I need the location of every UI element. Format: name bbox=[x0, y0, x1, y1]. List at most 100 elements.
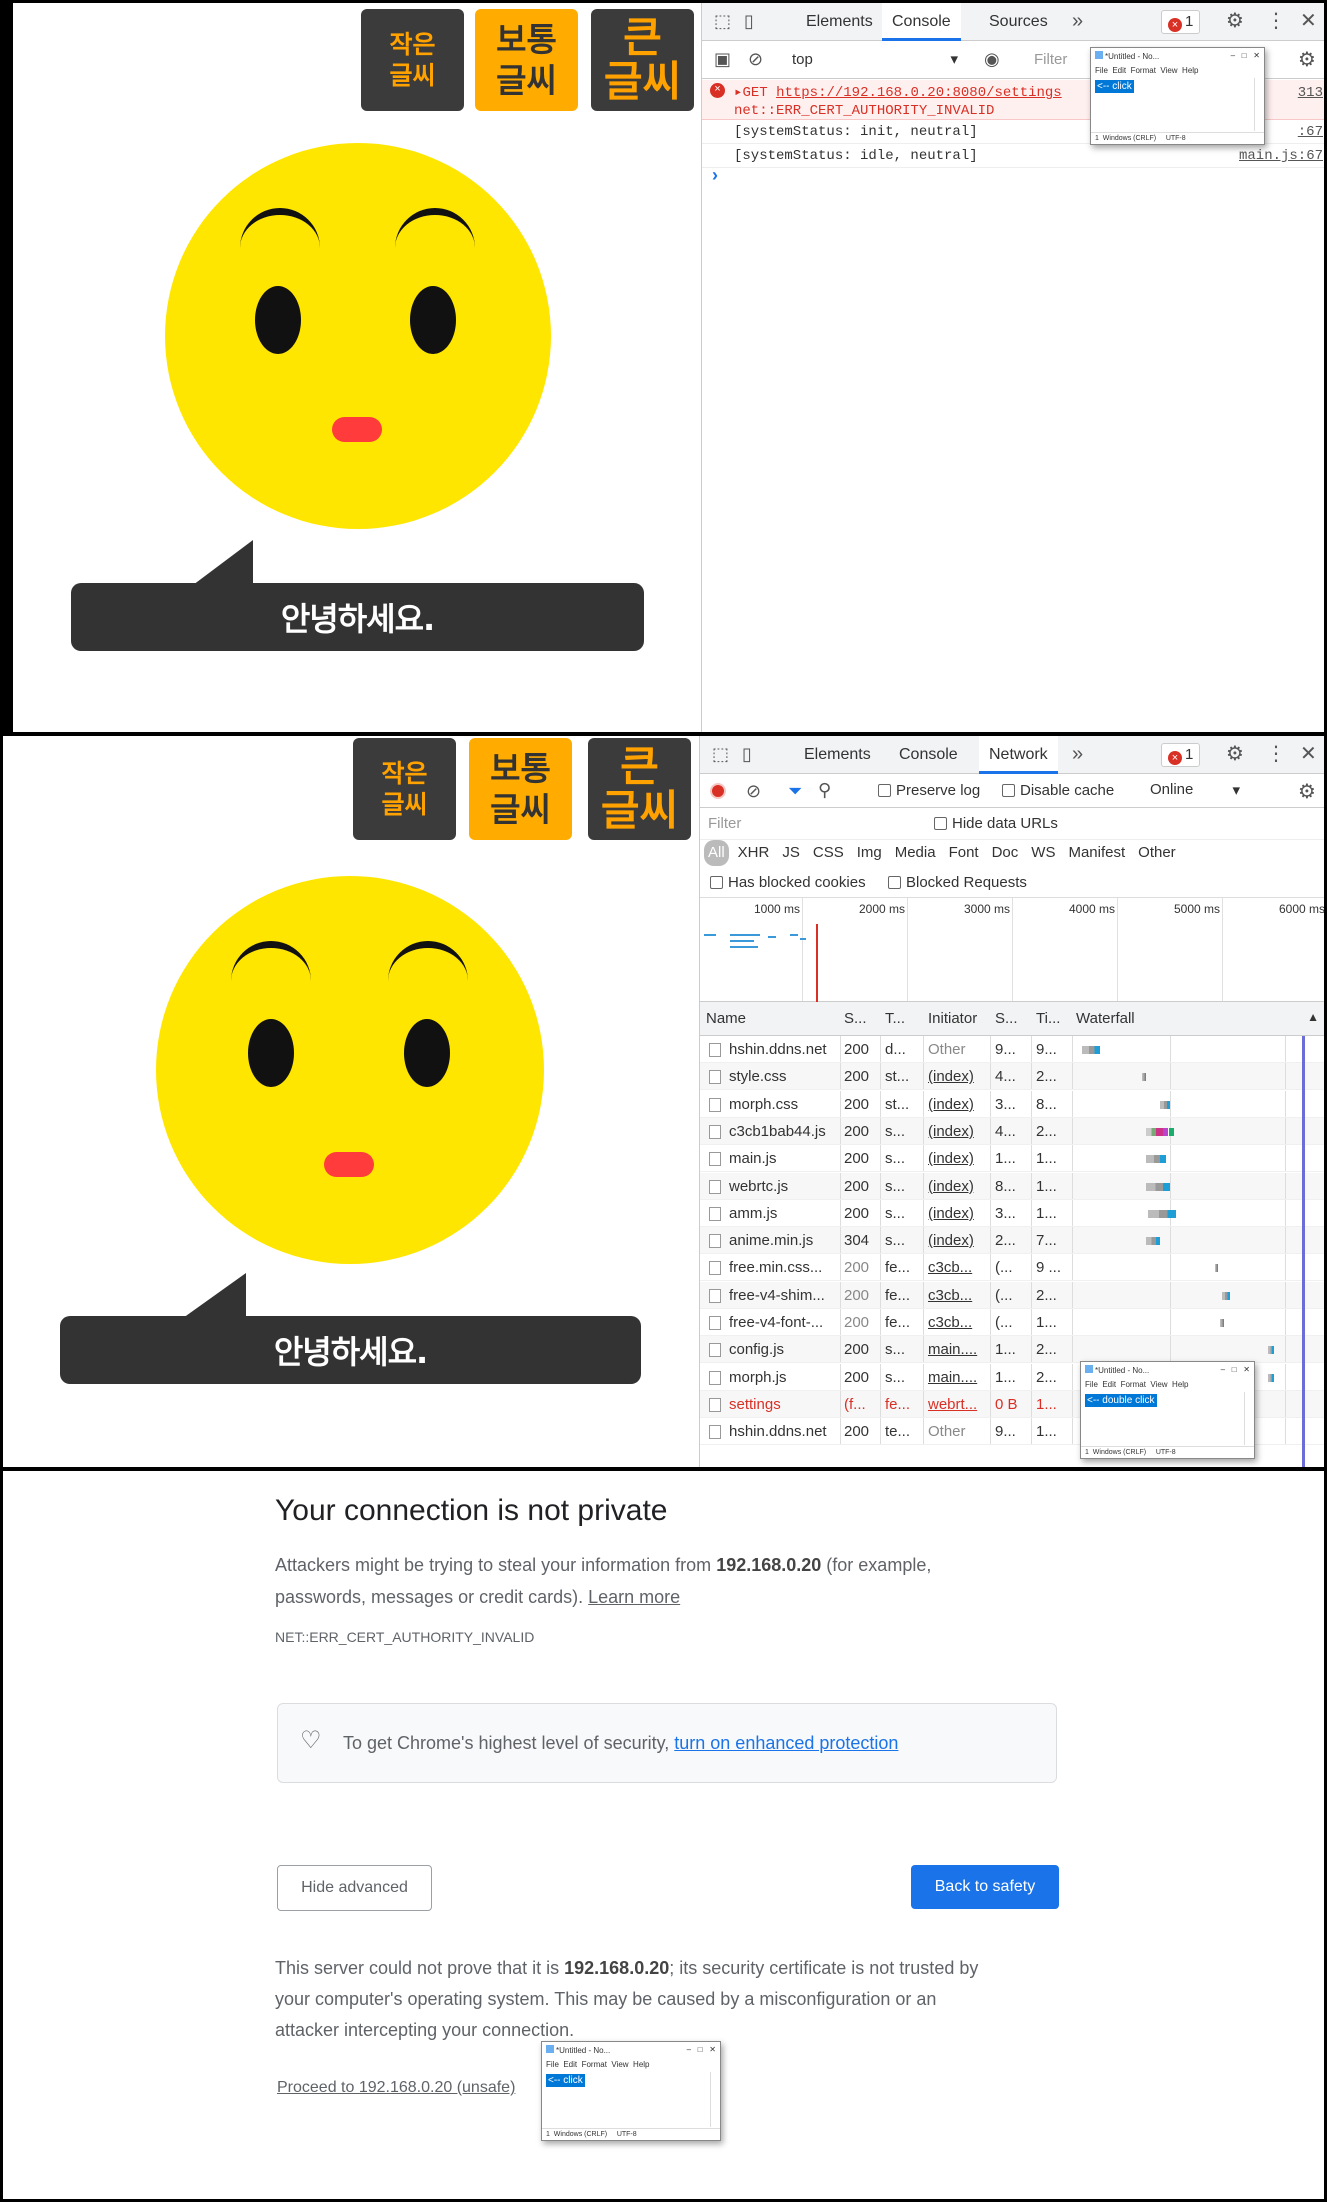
tab-sources[interactable]: Sources bbox=[979, 3, 1058, 41]
filter-funnel-icon[interactable]: ⏷ bbox=[788, 782, 802, 800]
record-icon[interactable] bbox=[710, 783, 726, 799]
col-type[interactable]: T... bbox=[885, 1010, 905, 1027]
enhanced-protection-link[interactable]: turn on enhanced protection bbox=[674, 1733, 898, 1753]
device-toolbar-icon[interactable]: ▯ bbox=[742, 745, 752, 763]
live-expression-eye-icon[interactable]: ◉ bbox=[984, 50, 1000, 68]
type-filter-all[interactable]: All bbox=[704, 840, 729, 866]
cell-initiator[interactable]: (index) bbox=[928, 1145, 990, 1172]
cell-initiator[interactable]: Other bbox=[928, 1036, 990, 1063]
request-row[interactable]: c3cb1bab44.js 200 s... (index) 4... 2... bbox=[700, 1117, 1324, 1145]
cell-initiator[interactable]: c3cb... bbox=[928, 1254, 990, 1281]
request-row[interactable]: free-v4-font-... 200 fe... c3cb... (... 1... bbox=[700, 1309, 1324, 1336]
menu-edit[interactable]: Edit bbox=[1102, 1380, 1116, 1389]
notepad-window-controls[interactable]: – □ ✕ bbox=[1231, 51, 1260, 60]
kebab-menu-icon[interactable]: ⋮ bbox=[1266, 11, 1286, 31]
cell-initiator[interactable]: (index) bbox=[928, 1091, 990, 1118]
throttling-select[interactable]: Online ▾ bbox=[1150, 781, 1250, 799]
menu-format[interactable]: Format bbox=[582, 2060, 607, 2069]
cell-initiator[interactable]: main.... bbox=[928, 1336, 990, 1363]
cell-initiator[interactable]: c3cb... bbox=[928, 1309, 990, 1336]
learn-more-link[interactable]: Learn more bbox=[588, 1587, 680, 1607]
request-row[interactable]: morph.css 200 st... (index) 3... 8... bbox=[700, 1090, 1324, 1118]
close-icon[interactable]: ✕ bbox=[1300, 11, 1317, 31]
blocked-requests-checkbox[interactable]: Blocked Requests bbox=[888, 874, 1027, 891]
menu-help[interactable]: Help bbox=[633, 2060, 649, 2069]
cell-initiator[interactable]: (index) bbox=[928, 1063, 990, 1090]
request-row[interactable]: hshin.ddns.net 200 d... Other 9... 9... bbox=[700, 1036, 1324, 1063]
small-text-button[interactable]: 작은 글씨 bbox=[353, 738, 456, 840]
search-icon[interactable]: ⚲ bbox=[818, 781, 831, 799]
log-source-link-2[interactable]: main.js:67 bbox=[1239, 147, 1323, 165]
notepad-scrollbar[interactable] bbox=[1254, 78, 1262, 131]
tab-elements[interactable]: Elements bbox=[796, 3, 883, 41]
type-filter-ws[interactable]: WS bbox=[1027, 840, 1059, 866]
notepad-scrollbar[interactable] bbox=[1244, 1392, 1252, 1445]
kebab-menu-icon[interactable]: ⋮ bbox=[1266, 744, 1286, 764]
preserve-log-checkbox[interactable]: Preserve log bbox=[878, 782, 980, 799]
log-source-link-1[interactable]: :67 bbox=[1298, 123, 1323, 141]
menu-edit[interactable]: Edit bbox=[1112, 66, 1126, 75]
close-icon[interactable]: ✕ bbox=[1300, 744, 1317, 764]
type-filter-xhr[interactable]: XHR bbox=[734, 840, 774, 866]
cell-initiator[interactable]: webrt... bbox=[928, 1391, 990, 1418]
cell-initiator[interactable]: (index) bbox=[928, 1173, 990, 1200]
cell-initiator[interactable]: (index) bbox=[928, 1227, 990, 1254]
menu-view[interactable]: View bbox=[1150, 1380, 1167, 1389]
notepad-selected-text[interactable]: <-- click bbox=[546, 2074, 585, 2087]
cell-initiator[interactable]: (index) bbox=[928, 1200, 990, 1227]
col-waterfall[interactable]: Waterfall bbox=[1076, 1010, 1135, 1027]
disable-cache-checkbox[interactable]: Disable cache bbox=[1002, 782, 1114, 799]
menu-help[interactable]: Help bbox=[1172, 1380, 1188, 1389]
more-tabs-icon[interactable]: » bbox=[1072, 744, 1083, 764]
device-toolbar-icon[interactable]: ▯ bbox=[744, 12, 754, 30]
menu-view[interactable]: View bbox=[611, 2060, 628, 2069]
type-filter-css[interactable]: CSS bbox=[809, 840, 848, 866]
clear-icon[interactable]: ⊘ bbox=[746, 782, 761, 800]
type-filter-media[interactable]: Media bbox=[891, 840, 940, 866]
col-status[interactable]: S... bbox=[844, 1010, 867, 1027]
network-settings-gear-icon[interactable]: ⚙ bbox=[1298, 782, 1316, 802]
cell-initiator[interactable]: c3cb... bbox=[928, 1282, 990, 1309]
type-filter-js[interactable]: JS bbox=[778, 840, 804, 866]
console-prompt[interactable]: › bbox=[712, 165, 718, 186]
inspect-element-icon[interactable]: ⬚ bbox=[714, 12, 731, 30]
menu-file[interactable]: File bbox=[1095, 66, 1108, 75]
error-count-badge[interactable]: × 1 bbox=[1161, 10, 1201, 34]
context-select[interactable]: top ▾ bbox=[788, 47, 964, 73]
normal-text-button[interactable]: 보통 글씨 bbox=[475, 9, 578, 111]
small-text-button[interactable]: 작은 글씨 bbox=[361, 9, 464, 111]
col-time[interactable]: Ti... bbox=[1036, 1010, 1060, 1027]
settings-gear-icon[interactable]: ⚙ bbox=[1226, 744, 1244, 764]
type-filter-other[interactable]: Other bbox=[1134, 840, 1180, 866]
menu-file[interactable]: File bbox=[546, 2060, 559, 2069]
menu-file[interactable]: File bbox=[1085, 1380, 1098, 1389]
request-row[interactable]: webrtc.js 200 s... (index) 8... 1... bbox=[700, 1172, 1324, 1200]
tab-network[interactable]: Network bbox=[979, 736, 1058, 774]
more-tabs-icon[interactable]: » bbox=[1072, 11, 1083, 31]
col-name[interactable]: Name bbox=[706, 1010, 746, 1027]
hide-advanced-button[interactable]: Hide advanced bbox=[277, 1865, 432, 1911]
hide-data-urls-checkbox[interactable]: Hide data URLs bbox=[934, 815, 1058, 832]
cell-initiator[interactable]: Other bbox=[928, 1418, 990, 1445]
notepad-scrollbar[interactable] bbox=[710, 2072, 718, 2127]
menu-help[interactable]: Help bbox=[1182, 66, 1198, 75]
timeline-overview[interactable]: 1000 ms 2000 ms 3000 ms 4000 ms 5000 ms 6000 … bbox=[700, 898, 1324, 1002]
request-row[interactable]: free.min.css... 200 fe... c3cb... (... 9 ... bbox=[700, 1254, 1324, 1282]
notepad-window-controls[interactable]: – □ ✕ bbox=[1221, 1365, 1250, 1374]
type-filter-manifest[interactable]: Manifest bbox=[1064, 840, 1129, 866]
request-row[interactable]: amm.js 200 s... (index) 3... 1... bbox=[700, 1199, 1324, 1227]
blocked-cookies-checkbox[interactable]: Has blocked cookies bbox=[710, 874, 866, 891]
tab-console[interactable]: Console bbox=[889, 736, 968, 774]
type-filter-doc[interactable]: Doc bbox=[988, 840, 1023, 866]
col-size[interactable]: S... bbox=[995, 1010, 1018, 1027]
settings-gear-icon[interactable]: ⚙ bbox=[1226, 11, 1244, 31]
request-row[interactable]: main.js 200 s... (index) 1... 1... bbox=[700, 1145, 1324, 1173]
tab-console[interactable]: Console bbox=[882, 3, 961, 41]
cell-initiator[interactable]: (index) bbox=[928, 1118, 990, 1145]
sort-up-icon[interactable]: ▲ bbox=[1307, 1010, 1319, 1024]
large-text-button[interactable]: 큰 글씨 bbox=[591, 9, 694, 111]
type-filter-img[interactable]: Img bbox=[853, 840, 886, 866]
proceed-unsafe-link[interactable]: Proceed to 192.168.0.20 (unsafe) bbox=[277, 2079, 515, 2097]
error-count-badge[interactable]: × 1 bbox=[1161, 743, 1201, 767]
cell-initiator[interactable]: main.... bbox=[928, 1364, 990, 1391]
